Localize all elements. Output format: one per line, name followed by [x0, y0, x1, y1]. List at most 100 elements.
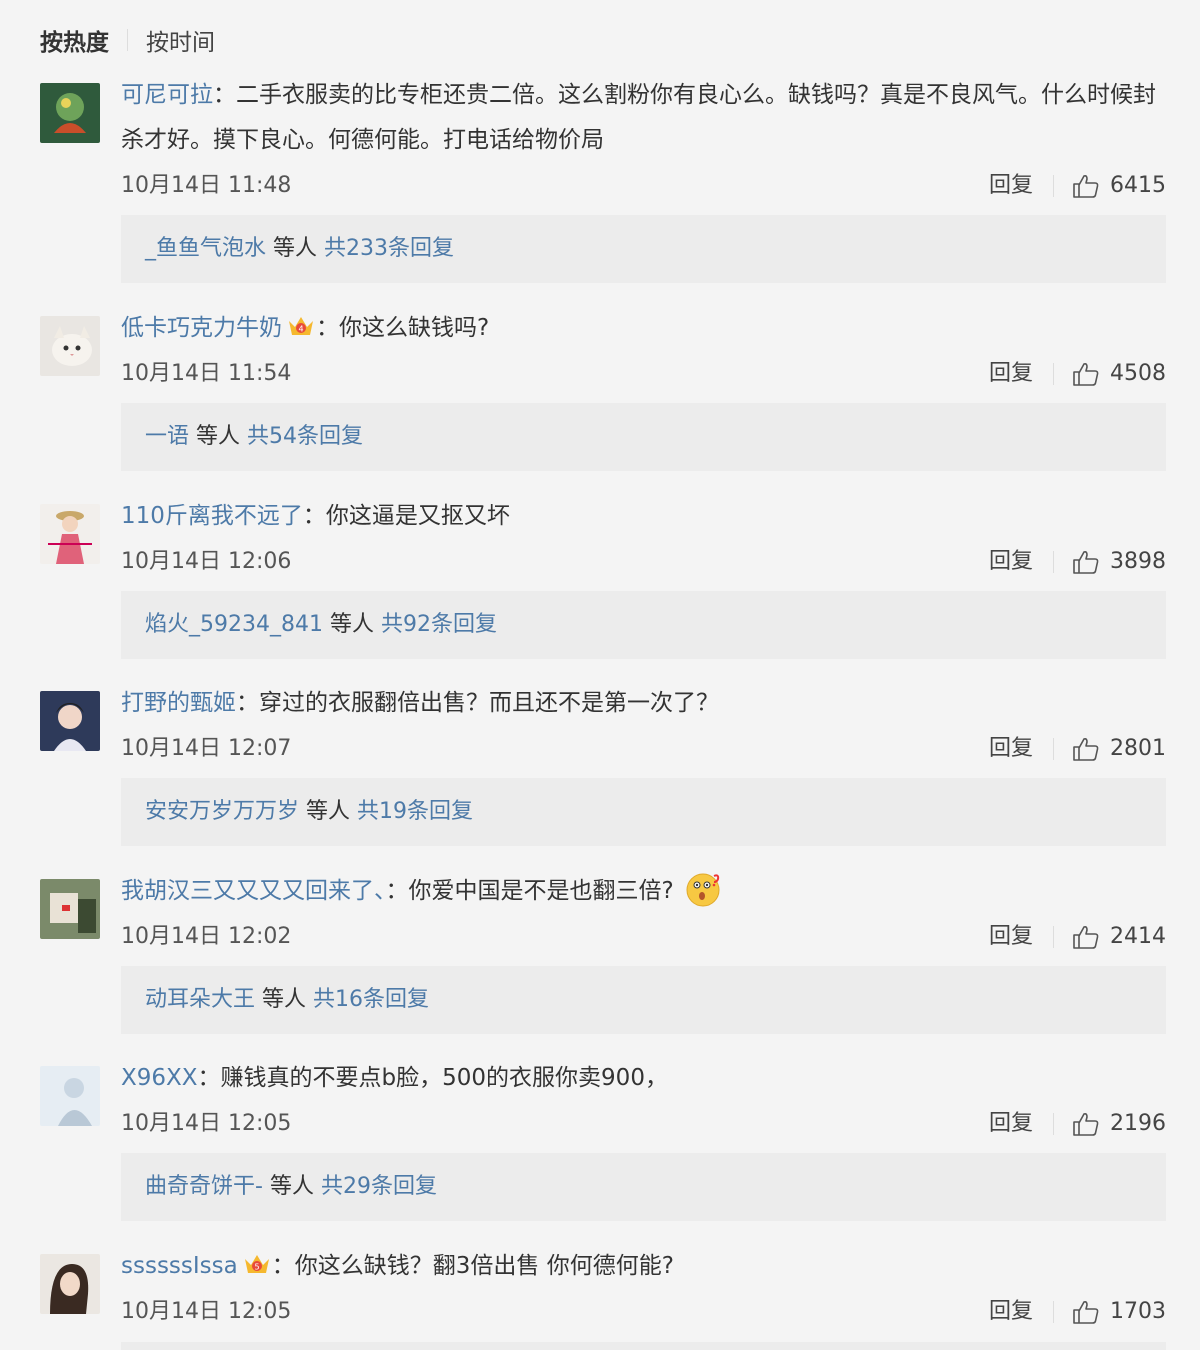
timestamp: 10月14日 12:05: [121, 1299, 292, 1324]
reply-button[interactable]: 回复: [989, 726, 1033, 771]
avatar[interactable]: [40, 691, 100, 751]
comment-meta: 10月14日 12:02 回复 2414: [121, 914, 1166, 959]
comment-content: 二手衣服卖的比专柜还贵二倍。这么割粉你有良心么。缺钱吗？真是不良风气。什么时候封…: [121, 82, 1156, 153]
reply-summary[interactable]: 一语 等人 共54条回复: [121, 403, 1166, 471]
reply-user-link[interactable]: 动耳朵大王: [145, 987, 255, 1012]
username-link[interactable]: X96XX: [121, 1065, 198, 1091]
username-link[interactable]: 打野的甄姬: [121, 690, 236, 716]
like-button[interactable]: 1703: [1072, 1289, 1166, 1334]
like-count: 2801: [1110, 736, 1166, 761]
comment-text: X96XX：赚钱真的不要点b脸，500的衣服你卖900，: [121, 1065, 668, 1091]
meta-divider: [1053, 1301, 1054, 1323]
avatar[interactable]: [40, 879, 100, 939]
reply-button[interactable]: 回复: [989, 1101, 1033, 1146]
timestamp: 10月14日 12:07: [121, 736, 292, 761]
like-count: 1703: [1110, 1299, 1166, 1324]
username-link[interactable]: 可尼可拉: [121, 82, 213, 108]
like-button[interactable]: 2414: [1072, 914, 1166, 959]
thumbs-up-icon: [1073, 174, 1099, 198]
svg-text:4: 4: [298, 325, 303, 334]
comment-text: 可尼可拉：二手衣服卖的比专柜还贵二倍。这么割粉你有良心么。缺钱吗？真是不良风气。…: [121, 82, 1156, 153]
thumbs-up-icon: [1073, 925, 1099, 949]
thinking-emoji-icon: [684, 870, 722, 908]
reply-count-link[interactable]: 共92条回复: [381, 612, 497, 637]
reply-user-link[interactable]: 安安万岁万万岁: [145, 799, 299, 824]
meta-divider: [1053, 738, 1054, 760]
meta-divider: [1053, 363, 1054, 385]
avatar[interactable]: [40, 504, 100, 564]
like-button[interactable]: 4508: [1072, 351, 1166, 396]
comment-content: 穿过的衣服翻倍出售？而且还不是第一次了？: [259, 690, 719, 716]
reply-button[interactable]: 回复: [989, 351, 1033, 396]
reply-count-link[interactable]: 共54条回复: [247, 424, 363, 449]
comment-page: 按热度 按时间 可尼可拉：二手衣服卖的比专柜还贵二倍。这么割粉你有良心么。缺钱吗…: [0, 0, 1200, 1350]
comment-content: 你这逼是又抠又坏: [325, 503, 510, 529]
timestamp: 10月14日 11:54: [121, 361, 292, 386]
comment-text: 我胡汉三又又又又回来了、：你爱中国是不是也翻三倍?: [121, 869, 1166, 914]
thumbs-up-icon: [1073, 550, 1099, 574]
like-button[interactable]: 6415: [1072, 163, 1166, 208]
like-button[interactable]: 2801: [1072, 726, 1166, 771]
comment-content: 你这么缺钱吗?: [339, 315, 490, 341]
reply-summary[interactable]: 安安万岁万万岁 等人 共19条回复: [121, 778, 1166, 846]
reply-user-link[interactable]: 曲奇奇饼干-: [145, 1174, 263, 1199]
reply-button[interactable]: 回复: [989, 163, 1033, 208]
reply-summary-partial: [121, 1342, 1166, 1350]
comment-text: 低卡巧克力牛奶 4 ：你这么缺钱吗?: [121, 306, 1166, 351]
like-button[interactable]: 3898: [1072, 539, 1166, 584]
comment-meta: 10月14日 12:05 回复 1703: [121, 1289, 1166, 1334]
comment-text: 打野的甄姬：穿过的衣服翻倍出售？而且还不是第一次了？: [121, 690, 719, 716]
like-count: 3898: [1110, 549, 1166, 574]
comment-content: 你爱中国是不是也翻三倍?: [408, 878, 674, 904]
reply-summary[interactable]: 动耳朵大王 等人 共16条回复: [121, 966, 1166, 1034]
sort-by-time-tab[interactable]: 按时间: [146, 23, 215, 57]
thumbs-up-icon: [1073, 362, 1099, 386]
comment-meta: 10月14日 12:05 回复 2196: [121, 1101, 1166, 1146]
username-link[interactable]: 低卡巧克力牛奶: [121, 315, 282, 341]
thumbs-up-icon: [1073, 1112, 1099, 1136]
reply-button[interactable]: 回复: [989, 539, 1033, 584]
like-count: 2414: [1110, 924, 1166, 949]
comment-content: 你这么缺钱？翻3倍出售 你何德何能?: [294, 1253, 674, 1279]
reply-button[interactable]: 回复: [989, 914, 1033, 959]
username-link[interactable]: 我胡汉三又又又又回来了、: [121, 878, 386, 904]
avatar[interactable]: [40, 83, 100, 143]
svg-text:5: 5: [254, 1263, 259, 1272]
avatar[interactable]: [40, 1254, 100, 1314]
like-count: 4508: [1110, 361, 1166, 386]
avatar[interactable]: [40, 1066, 100, 1126]
username-link[interactable]: 110斤离我不远了: [121, 503, 303, 529]
like-button[interactable]: 2196: [1072, 1101, 1166, 1146]
reply-summary[interactable]: 焰火_59234_841 等人 共92条回复: [121, 591, 1166, 659]
reply-user-link[interactable]: 焰火_59234_841: [145, 612, 323, 637]
sort-bar: 按热度 按时间: [40, 22, 215, 58]
timestamp: 10月14日 12:05: [121, 1111, 292, 1136]
reply-count-link[interactable]: 共19条回复: [357, 799, 473, 824]
comment-text: ssssssIssa 5 ：你这么缺钱？翻3倍出售 你何德何能?: [121, 1244, 1166, 1289]
timestamp: 10月14日 12:06: [121, 549, 292, 574]
reply-count-link[interactable]: 共233条回复: [324, 236, 454, 261]
comment-meta: 10月14日 12:06 回复 3898: [121, 539, 1166, 584]
comment-meta: 10月14日 11:54 回复 4508: [121, 351, 1166, 396]
comment-meta: 10月14日 12:07 回复 2801: [121, 726, 1166, 771]
reply-button[interactable]: 回复: [989, 1289, 1033, 1334]
timestamp: 10月14日 11:48: [121, 173, 292, 198]
timestamp: 10月14日 12:02: [121, 924, 292, 949]
thumbs-up-icon: [1073, 1300, 1099, 1324]
reply-summary[interactable]: 曲奇奇饼干- 等人 共29条回复: [121, 1153, 1166, 1221]
meta-divider: [1053, 551, 1054, 573]
reply-user-link[interactable]: 一语: [145, 424, 189, 449]
reply-count-link[interactable]: 共16条回复: [313, 987, 429, 1012]
like-count: 2196: [1110, 1111, 1166, 1136]
reply-count-link[interactable]: 共29条回复: [321, 1174, 437, 1199]
sort-by-hot-tab[interactable]: 按热度: [40, 23, 109, 57]
comment-text: 110斤离我不远了：你这逼是又抠又坏: [121, 503, 510, 529]
reply-user-link[interactable]: _鱼鱼气泡水: [145, 236, 266, 261]
meta-divider: [1053, 926, 1054, 948]
avatar[interactable]: [40, 316, 100, 376]
like-count: 6415: [1110, 173, 1166, 198]
comment-content: 赚钱真的不要点b脸，500的衣服你卖900，: [220, 1065, 668, 1091]
reply-summary[interactable]: _鱼鱼气泡水 等人 共233条回复: [121, 215, 1166, 283]
username-link[interactable]: ssssssIssa: [121, 1253, 238, 1279]
meta-divider: [1053, 175, 1054, 197]
